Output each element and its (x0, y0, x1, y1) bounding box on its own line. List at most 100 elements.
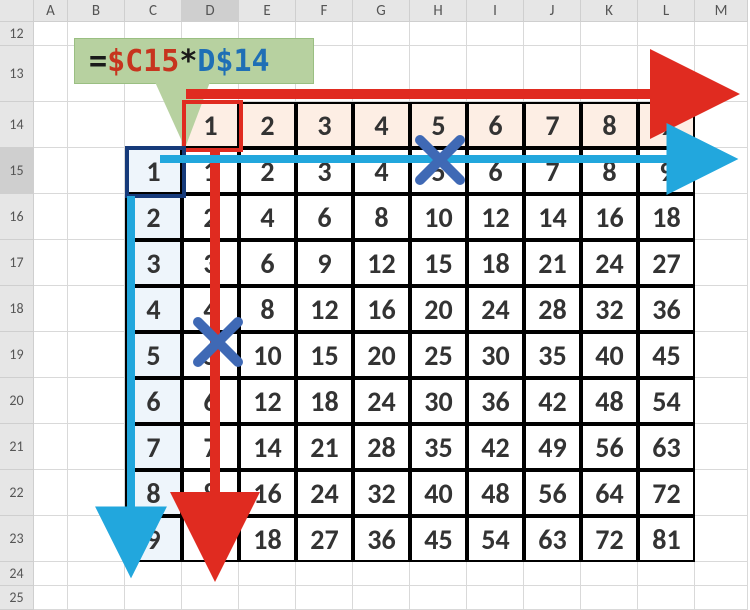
cell-L12[interactable] (638, 22, 695, 46)
cell-I18[interactable]: 24 (467, 286, 524, 332)
cell-H23[interactable]: 45 (410, 516, 467, 562)
cell-M12[interactable] (695, 22, 748, 46)
cell-M23[interactable] (695, 516, 748, 562)
cell-F23[interactable]: 27 (296, 516, 353, 562)
cell-G13[interactable] (353, 46, 410, 102)
cell-D17[interactable]: 3 (182, 240, 239, 286)
cell-C15[interactable]: 1 (125, 148, 182, 194)
cell-K25[interactable] (581, 586, 638, 610)
cell-I14[interactable]: 6 (467, 102, 524, 148)
cell-K21[interactable]: 56 (581, 424, 638, 470)
cell-D20[interactable]: 6 (182, 378, 239, 424)
cell-I13[interactable] (467, 46, 524, 102)
cell-H16[interactable]: 10 (410, 194, 467, 240)
row-header-19[interactable]: 19 (0, 332, 34, 378)
cell-B25[interactable] (68, 586, 125, 610)
cell-C22[interactable]: 8 (125, 470, 182, 516)
cell-K24[interactable] (581, 562, 638, 586)
cell-H21[interactable]: 35 (410, 424, 467, 470)
cell-B24[interactable] (68, 562, 125, 586)
spreadsheet-viewport[interactable]: ABCDEFGHIJKLM 12131415161718192021222324… (0, 0, 750, 610)
cell-E21[interactable]: 14 (239, 424, 296, 470)
column-header-C[interactable]: C (125, 0, 182, 22)
cell-K22[interactable]: 64 (581, 470, 638, 516)
cell-F18[interactable]: 12 (296, 286, 353, 332)
column-header-K[interactable]: K (581, 0, 638, 22)
cell-E22[interactable]: 16 (239, 470, 296, 516)
cell-H19[interactable]: 25 (410, 332, 467, 378)
cell-K16[interactable]: 16 (581, 194, 638, 240)
cell-A15[interactable] (34, 148, 68, 194)
cell-G19[interactable]: 20 (353, 332, 410, 378)
cell-C17[interactable]: 3 (125, 240, 182, 286)
cell-B22[interactable] (68, 470, 125, 516)
row-header-18[interactable]: 18 (0, 286, 34, 332)
cell-F15[interactable]: 3 (296, 148, 353, 194)
cell-F16[interactable]: 6 (296, 194, 353, 240)
row-header-23[interactable]: 23 (0, 516, 34, 562)
cell-J15[interactable]: 7 (524, 148, 581, 194)
cell-A18[interactable] (34, 286, 68, 332)
cell-A16[interactable] (34, 194, 68, 240)
cell-C25[interactable] (125, 586, 182, 610)
cell-M25[interactable] (695, 586, 748, 610)
column-header-E[interactable]: E (239, 0, 296, 22)
cell-K13[interactable] (581, 46, 638, 102)
cell-B14[interactable] (68, 102, 125, 148)
cell-C20[interactable]: 6 (125, 378, 182, 424)
cell-I19[interactable]: 30 (467, 332, 524, 378)
cell-G18[interactable]: 16 (353, 286, 410, 332)
cell-A24[interactable] (34, 562, 68, 586)
cell-E17[interactable]: 6 (239, 240, 296, 286)
cell-D18[interactable]: 4 (182, 286, 239, 332)
cell-B20[interactable] (68, 378, 125, 424)
cell-L21[interactable]: 63 (638, 424, 695, 470)
cell-J13[interactable] (524, 46, 581, 102)
column-header-J[interactable]: J (524, 0, 581, 22)
cell-I22[interactable]: 48 (467, 470, 524, 516)
cell-H18[interactable]: 20 (410, 286, 467, 332)
column-header-L[interactable]: L (638, 0, 695, 22)
cell-L25[interactable] (638, 586, 695, 610)
cell-G24[interactable] (353, 562, 410, 586)
cell-M13[interactable] (695, 46, 748, 102)
cell-A21[interactable] (34, 424, 68, 470)
cell-H12[interactable] (410, 22, 467, 46)
cell-F25[interactable] (296, 586, 353, 610)
row-header-24[interactable]: 24 (0, 562, 34, 586)
row-header-12[interactable]: 12 (0, 22, 34, 46)
cell-H20[interactable]: 30 (410, 378, 467, 424)
cell-F20[interactable]: 18 (296, 378, 353, 424)
cell-G16[interactable]: 8 (353, 194, 410, 240)
cell-E16[interactable]: 4 (239, 194, 296, 240)
column-header-B[interactable]: B (68, 0, 125, 22)
cell-H14[interactable]: 5 (410, 102, 467, 148)
cell-D23[interactable]: 9 (182, 516, 239, 562)
row-header-15[interactable]: 15 (0, 148, 34, 194)
cell-D22[interactable]: 8 (182, 470, 239, 516)
cell-E25[interactable] (239, 586, 296, 610)
column-header-A[interactable]: A (34, 0, 68, 22)
cell-G12[interactable] (353, 22, 410, 46)
cell-I25[interactable] (467, 586, 524, 610)
cell-B19[interactable] (68, 332, 125, 378)
cell-G21[interactable]: 28 (353, 424, 410, 470)
cell-L22[interactable]: 72 (638, 470, 695, 516)
cell-B17[interactable] (68, 240, 125, 286)
cell-M19[interactable] (695, 332, 748, 378)
cell-K23[interactable]: 72 (581, 516, 638, 562)
cell-H17[interactable]: 15 (410, 240, 467, 286)
cell-I24[interactable] (467, 562, 524, 586)
row-header-20[interactable]: 20 (0, 378, 34, 424)
cell-L15[interactable]: 9 (638, 148, 695, 194)
row-header-14[interactable]: 14 (0, 102, 34, 148)
cell-H13[interactable] (410, 46, 467, 102)
cell-M17[interactable] (695, 240, 748, 286)
cell-grid[interactable]: 1234567891234567891234567892468101214161… (34, 22, 750, 610)
cell-B15[interactable] (68, 148, 125, 194)
cell-C21[interactable]: 7 (125, 424, 182, 470)
column-header-M[interactable]: M (695, 0, 748, 22)
cell-K17[interactable]: 24 (581, 240, 638, 286)
cell-M16[interactable] (695, 194, 748, 240)
row-header-16[interactable]: 16 (0, 194, 34, 240)
